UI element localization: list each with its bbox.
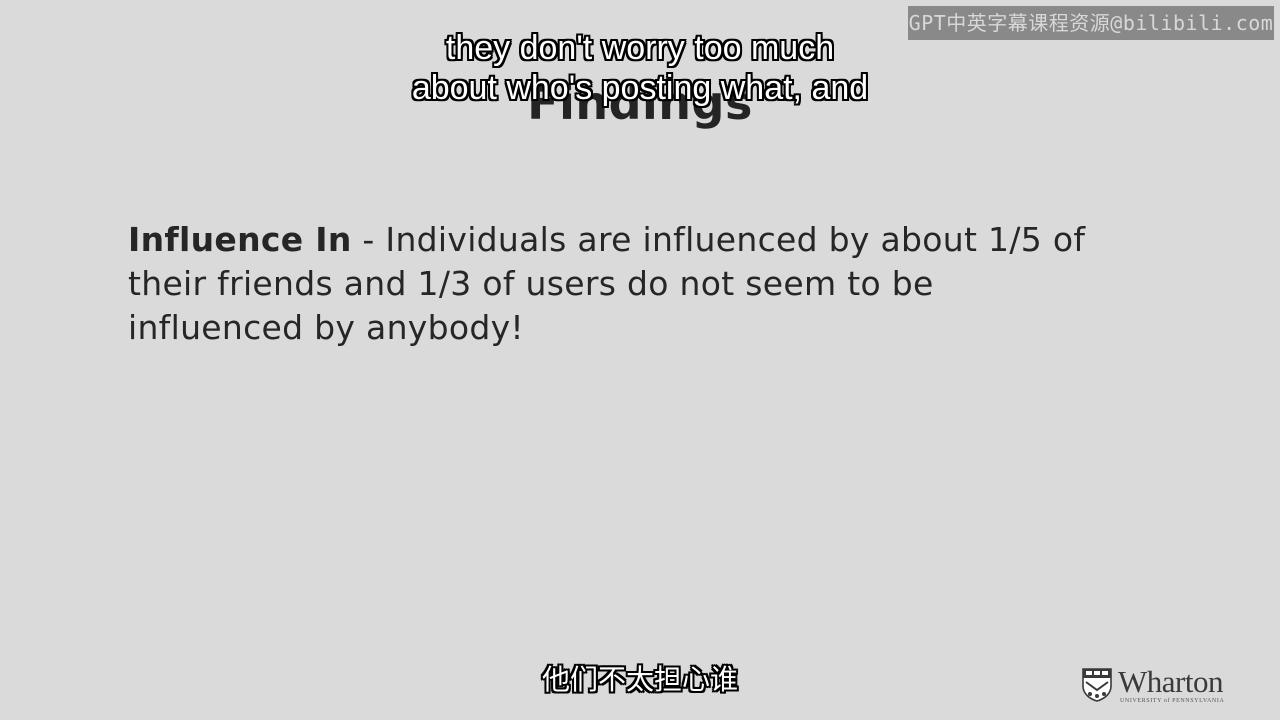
slide-body: Influence In - Individuals are influence… bbox=[128, 218, 1118, 350]
english-subtitle: they don't worry too much about who's po… bbox=[0, 28, 1280, 108]
finding-term: Influence In bbox=[128, 220, 352, 259]
video-frame: GPT中英字幕课程资源@bilibili.com Findings they d… bbox=[0, 0, 1280, 720]
logo-wordmark: Wharton bbox=[1118, 664, 1223, 699]
shield-icon bbox=[1082, 668, 1112, 702]
subtitle-line-1: they don't worry too much bbox=[445, 29, 835, 67]
logo-subtext: UNIVERSITY of PENNSYLVANIA bbox=[1120, 698, 1225, 704]
subtitle-line-2: about who's posting what, and bbox=[411, 69, 869, 107]
wharton-logo: Wharton UNIVERSITY of PENNSYLVANIA bbox=[1082, 664, 1238, 708]
term-separator: - bbox=[351, 220, 386, 259]
